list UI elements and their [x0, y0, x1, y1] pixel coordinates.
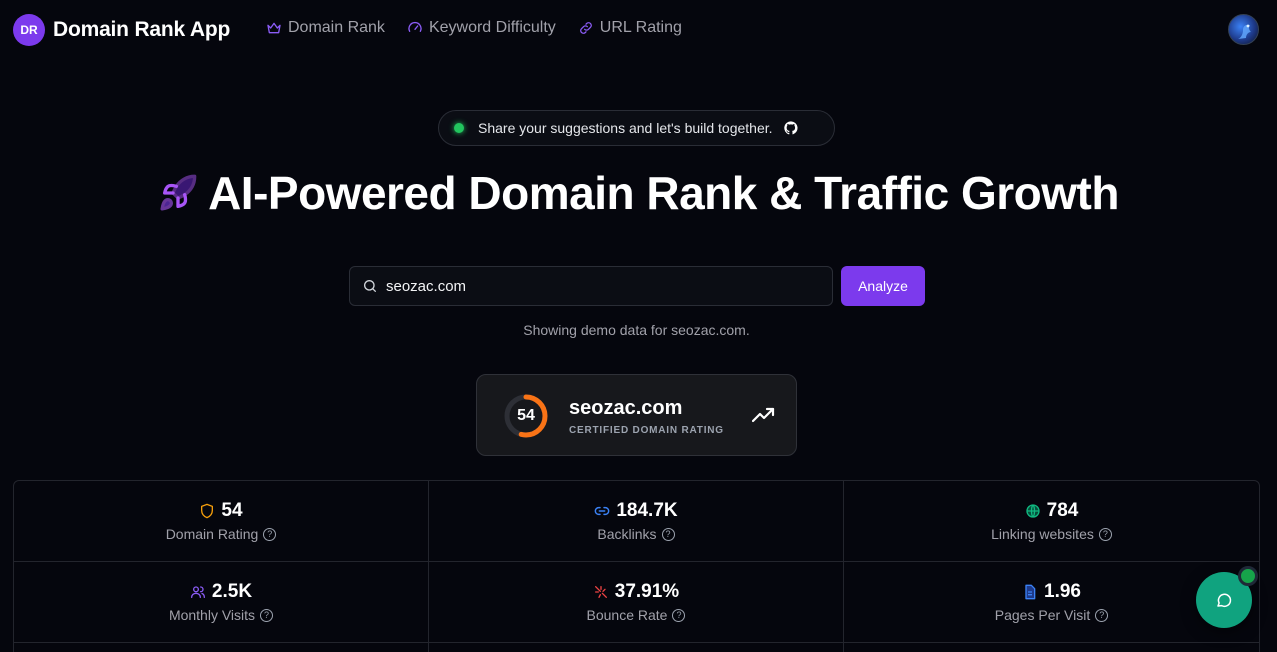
crown-icon — [267, 22, 281, 34]
rocket-icon — [160, 174, 197, 211]
document-icon — [1025, 584, 1036, 600]
globe-icon — [1025, 504, 1040, 518]
metric-linking-websites: 784 Linking websites? — [844, 481, 1259, 562]
metric-label: Backlinks — [597, 526, 657, 542]
domain-name: seozac.com — [569, 397, 683, 419]
metric-label: Pages Per Visit — [994, 607, 1091, 623]
nav-item-label: Domain Rank — [288, 19, 385, 36]
metric-value: 37.91% — [614, 581, 680, 602]
metric-bounce-rate: 37.91% Bounce Rate? — [429, 562, 844, 643]
gauge-icon — [408, 21, 422, 32]
help-icon[interactable]: ? — [1095, 608, 1109, 622]
metric-domain-rating: 54 Domain Rating? — [14, 481, 429, 562]
app-logo[interactable]: DR — [13, 14, 45, 46]
bounce-icon — [594, 586, 607, 598]
nav-item-keyword-difficulty[interactable]: Keyword Difficulty — [407, 19, 556, 37]
metric-monthly-visits: 2.5K Monthly Visits? — [14, 562, 429, 643]
trending-up-icon — [752, 407, 775, 423]
metric-value: 184.7K — [616, 500, 678, 521]
shield-icon — [201, 503, 214, 519]
avatar-image — [1238, 24, 1251, 39]
nav-item-label: Keyword Difficulty — [428, 19, 556, 36]
help-icon[interactable]: ? — [672, 608, 686, 622]
announcement-text: Share your suggestions and let's build t… — [478, 120, 773, 136]
nav-item-label: URL Rating — [599, 19, 682, 36]
metric-cell-empty — [844, 643, 1259, 652]
status-dot — [454, 123, 464, 133]
announcement-pill[interactable]: Share your suggestions and let's build t… — [438, 110, 835, 146]
top-header: DR Domain Rank App Domain Rank Keyword D… — [0, 0, 1277, 60]
main-nav: Domain Rank Keyword Difficulty URL Ratin… — [266, 19, 682, 37]
help-icon[interactable]: ? — [1098, 527, 1112, 541]
app-title[interactable]: Domain Rank App — [53, 18, 230, 42]
metric-label: Bounce Rate — [586, 607, 668, 623]
domain-subtitle: CERTIFIED DOMAIN RATING — [569, 425, 724, 436]
metric-label: Monthly Visits — [168, 607, 256, 623]
metric-value: 784 — [1046, 500, 1079, 521]
metric-backlinks: 184.7K Backlinks? — [429, 481, 844, 562]
demo-note: Showing demo data for seozac.com. — [523, 322, 750, 338]
rating-score: 54 — [517, 407, 535, 424]
help-icon[interactable]: ? — [263, 527, 277, 541]
metric-value: 2.5K — [211, 581, 253, 602]
metric-value: 1.96 — [1044, 581, 1081, 602]
metric-value: 54 — [221, 500, 243, 521]
domain-rating-card: 54 seozac.com CERTIFIED DOMAIN RATING — [476, 374, 797, 456]
metrics-grid: 54 Domain Rating? 184.7K Backlinks? 784 … — [13, 480, 1260, 652]
users-icon — [190, 586, 205, 598]
help-icon[interactable]: ? — [260, 608, 274, 622]
metric-label: Linking websites — [991, 526, 1094, 542]
hero: AI-Powered Domain Rank & Traffic Growth — [0, 166, 1277, 220]
nav-item-url-rating[interactable]: URL Rating — [578, 19, 682, 37]
page-title: AI-Powered Domain Rank & Traffic Growth — [208, 167, 1119, 219]
domain-search-input[interactable] — [386, 277, 806, 295]
metric-cell-empty — [14, 643, 429, 652]
link-icon — [579, 22, 592, 34]
nav-item-domain-rank[interactable]: Domain Rank — [266, 19, 385, 37]
github-icon — [783, 121, 798, 135]
metric-label: Domain Rating — [165, 526, 259, 542]
online-indicator — [1238, 566, 1258, 586]
analyze-button[interactable]: Analyze — [841, 266, 925, 306]
chat-bubble-icon — [1217, 593, 1232, 607]
domain-search-field[interactable] — [349, 266, 833, 306]
help-icon[interactable]: ? — [661, 527, 675, 541]
user-avatar[interactable] — [1228, 14, 1259, 45]
link-icon — [595, 506, 610, 516]
search-icon — [364, 280, 376, 292]
metric-cell-empty — [429, 643, 844, 652]
